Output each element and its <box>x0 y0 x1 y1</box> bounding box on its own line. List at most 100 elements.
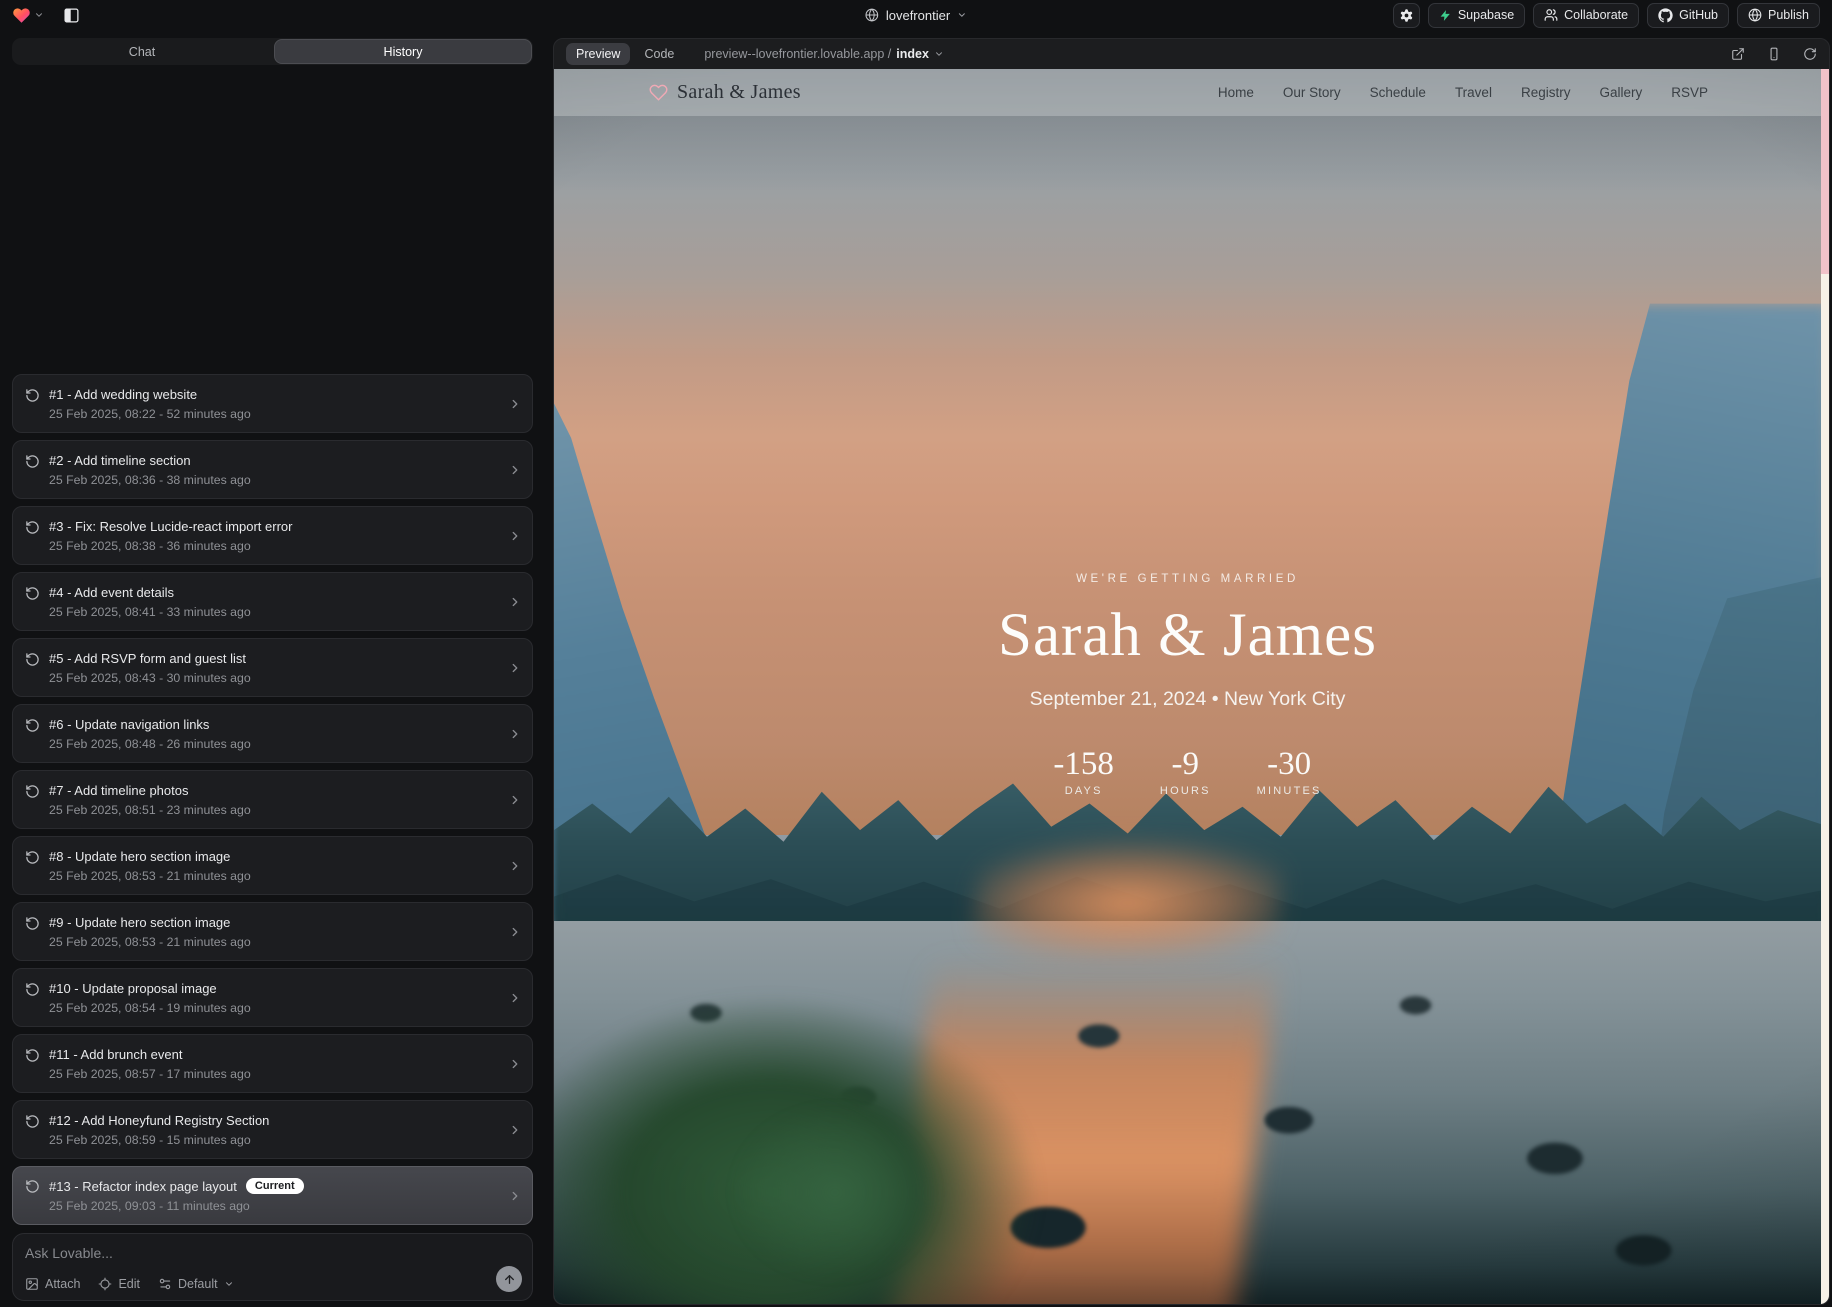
chevron-right-icon[interactable] <box>508 397 522 411</box>
external-link-icon[interactable] <box>1731 47 1745 61</box>
history-item[interactable]: #10 - Update proposal image 25 Feb 2025,… <box>12 968 533 1027</box>
chevron-right-icon[interactable] <box>508 529 522 543</box>
chevron-right-icon[interactable] <box>508 991 522 1005</box>
preview-toolbar: Preview Code preview--lovefrontier.lovab… <box>554 39 1829 69</box>
history-item[interactable]: #3 - Fix: Resolve Lucide-react import er… <box>12 506 533 565</box>
history-item[interactable]: #11 - Add brunch event 25 Feb 2025, 08:5… <box>12 1034 533 1093</box>
attach-button[interactable]: Attach <box>25 1277 80 1291</box>
history-item-title: #6 - Update navigation links <box>49 717 209 732</box>
arrow-up-icon <box>503 1273 516 1286</box>
history-item-body: #1 - Add wedding website 25 Feb 2025, 08… <box>25 387 251 421</box>
chevron-right-icon[interactable] <box>508 925 522 939</box>
hero-eyebrow: WE'RE GETTING MARRIED <box>554 573 1821 585</box>
history-icon <box>25 454 40 469</box>
history-item[interactable]: #7 - Add timeline photos 25 Feb 2025, 08… <box>12 770 533 829</box>
collaborate-button[interactable]: Collaborate <box>1533 3 1639 28</box>
chevron-right-icon[interactable] <box>508 1057 522 1071</box>
panel-tab-label: History <box>384 45 423 59</box>
history-icon <box>25 520 40 535</box>
history-item[interactable]: #6 - Update navigation links 25 Feb 2025… <box>12 704 533 763</box>
history-item[interactable]: #9 - Update hero section image 25 Feb 20… <box>12 902 533 961</box>
preview-mode-tab[interactable]: Preview <box>566 43 630 65</box>
countdown-label: HOURS <box>1160 785 1211 797</box>
history-icon <box>25 586 40 601</box>
github-label: GitHub <box>1679 8 1718 22</box>
preview-url[interactable]: preview--lovefrontier.lovable.app / inde… <box>704 47 944 61</box>
site-nav-link[interactable]: Travel <box>1455 85 1492 100</box>
history-icon <box>25 1179 40 1194</box>
gear-icon <box>1399 8 1414 23</box>
site-nav-link[interactable]: Registry <box>1521 85 1571 100</box>
history-icon <box>25 916 40 931</box>
panel-left-icon <box>63 7 80 24</box>
history-item-title: #1 - Add wedding website <box>49 387 197 402</box>
history-item-title: #9 - Update hero section image <box>49 915 230 930</box>
mode-select[interactable]: Default <box>158 1277 234 1291</box>
history-icon <box>25 850 40 865</box>
site-nav-link[interactable]: Gallery <box>1599 85 1642 100</box>
publish-button[interactable]: Publish <box>1737 3 1820 28</box>
countdown-unit: -158 DAYS <box>1053 748 1114 797</box>
chevron-right-icon[interactable] <box>508 727 522 741</box>
history-item-body: #12 - Add Honeyfund Registry Section 25 … <box>25 1113 269 1147</box>
history-item[interactable]: #2 - Add timeline section 25 Feb 2025, 0… <box>12 440 533 499</box>
history-icon <box>25 1114 40 1129</box>
history-item[interactable]: #8 - Update hero section image 25 Feb 20… <box>12 836 533 895</box>
app-window: lovefrontier Supabase Collab <box>0 0 1832 1307</box>
attach-label: Attach <box>45 1277 80 1291</box>
github-button[interactable]: GitHub <box>1647 3 1729 28</box>
history-item-timestamp: 25 Feb 2025, 08:53 - 21 minutes ago <box>49 869 251 883</box>
site-nav: Home Our Story Schedule Travel Registry Galle… <box>1218 85 1708 100</box>
site-scrollbar[interactable] <box>1821 69 1829 1304</box>
history-item[interactable]: #13 - Refactor index page layout Current… <box>12 1166 533 1225</box>
history-item-title: #12 - Add Honeyfund Registry Section <box>49 1113 269 1128</box>
edit-button[interactable]: Edit <box>98 1277 140 1291</box>
history-icon <box>25 1048 40 1063</box>
history-icon <box>25 652 40 667</box>
supabase-button[interactable]: Supabase <box>1428 3 1525 28</box>
history-icon <box>25 784 40 799</box>
chevron-right-icon[interactable] <box>508 595 522 609</box>
history-icon <box>25 718 40 733</box>
project-name: lovefrontier <box>886 8 950 23</box>
settings-button[interactable] <box>1393 3 1420 28</box>
preview-mode-tab-label: Code <box>644 47 674 61</box>
site-nav-link[interactable]: Schedule <box>1370 85 1426 100</box>
history-item[interactable]: #4 - Add event details 25 Feb 2025, 08:4… <box>12 572 533 631</box>
history-item-title: #4 - Add event details <box>49 585 174 600</box>
chevron-right-icon[interactable] <box>508 1123 522 1137</box>
refresh-icon[interactable] <box>1803 47 1817 61</box>
panel-tab[interactable]: Chat <box>13 39 271 64</box>
supabase-icon <box>1439 9 1452 22</box>
history-item[interactable]: #12 - Add Honeyfund Registry Section 25 … <box>12 1100 533 1159</box>
smartphone-icon[interactable] <box>1767 47 1781 61</box>
topbar-actions: Supabase Collaborate GitHub Publish <box>1393 3 1820 28</box>
site-header: Sarah & James Home Our Story Schedule Trave… <box>554 69 1821 116</box>
panel-tab[interactable]: History <box>274 39 532 64</box>
chevron-right-icon[interactable] <box>508 661 522 675</box>
send-button[interactable] <box>496 1266 522 1292</box>
site-scrollbar-thumb[interactable] <box>1821 69 1829 274</box>
history-item-body: #5 - Add RSVP form and guest list 25 Feb… <box>25 651 251 685</box>
preview-mode-tab-label: Preview <box>576 47 620 61</box>
project-switcher[interactable]: lovefrontier <box>865 8 967 23</box>
site-nav-link[interactable]: Our Story <box>1283 85 1341 100</box>
site-nav-link[interactable]: RSVP <box>1671 85 1708 100</box>
site-logo[interactable]: Sarah & James <box>649 81 801 104</box>
history-item-body: #7 - Add timeline photos 25 Feb 2025, 08… <box>25 783 251 817</box>
countdown-label: MINUTES <box>1257 785 1322 797</box>
history-item[interactable]: #5 - Add RSVP form and guest list 25 Feb… <box>12 638 533 697</box>
history-item-text: #5 - Add RSVP form and guest list 25 Feb… <box>49 651 251 685</box>
lovable-menu-button[interactable] <box>12 6 44 25</box>
sidebar-toggle-button[interactable] <box>58 2 84 28</box>
history-item-timestamp: 25 Feb 2025, 08:51 - 23 minutes ago <box>49 803 251 817</box>
history-item[interactable]: #1 - Add wedding website 25 Feb 2025, 08… <box>12 374 533 433</box>
site-nav-link[interactable]: Home <box>1218 85 1254 100</box>
chevron-right-icon[interactable] <box>508 793 522 807</box>
chevron-right-icon[interactable] <box>508 859 522 873</box>
chevron-right-icon[interactable] <box>508 463 522 477</box>
preview-mode-tab[interactable]: Code <box>634 43 684 65</box>
ask-lovable-input[interactable] <box>25 1245 445 1261</box>
chevron-right-icon[interactable] <box>508 1189 522 1203</box>
history-item-text: #2 - Add timeline section 25 Feb 2025, 0… <box>49 453 251 487</box>
